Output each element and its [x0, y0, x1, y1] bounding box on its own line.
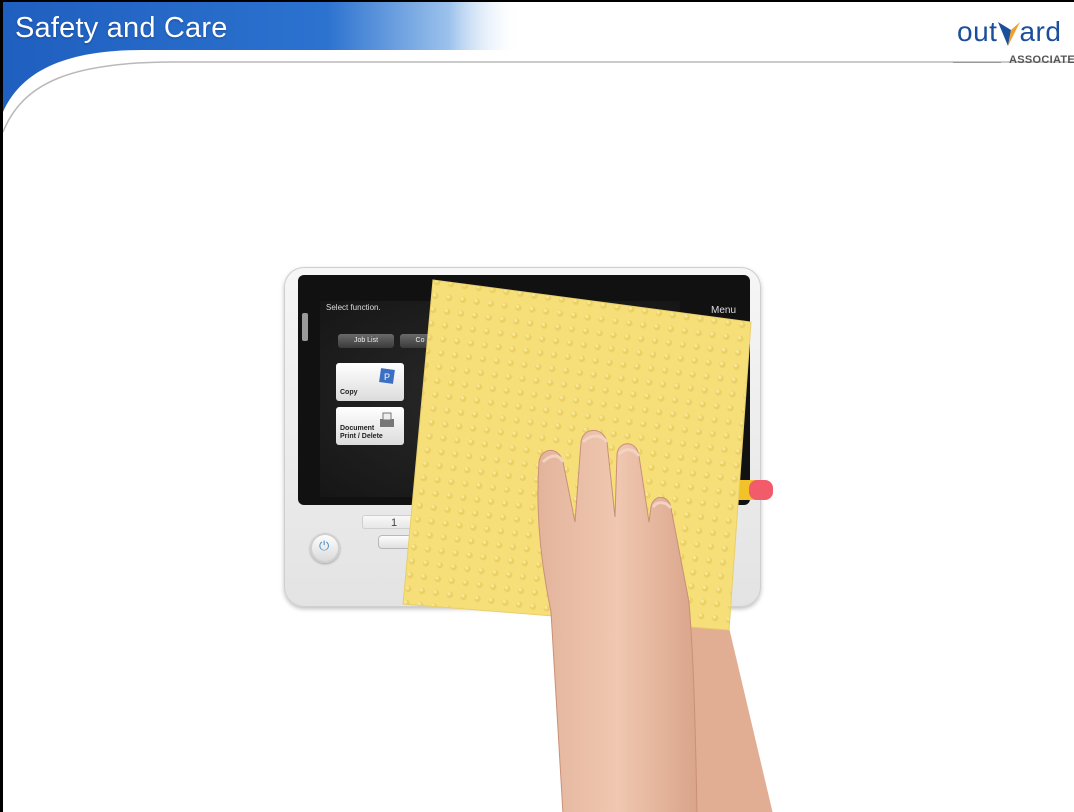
cleaning-illustration	[402, 279, 773, 812]
slide: Safety and Care out ard ASSOCIATE Select …	[0, 0, 1074, 812]
